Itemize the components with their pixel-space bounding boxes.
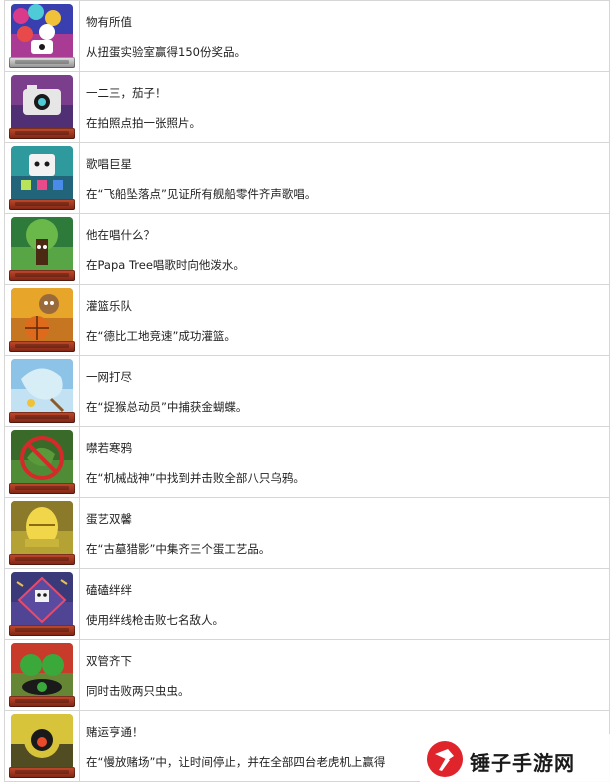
- achievement-title: 磕磕绊绊: [86, 583, 132, 597]
- achievement-icon-cell: [5, 498, 80, 568]
- achievement-icon-cell: [5, 72, 80, 142]
- achievement-title: 物有所值: [86, 15, 132, 29]
- capsule-prizes-icon: [11, 4, 73, 60]
- achievement-description: 在“飞船坠落点”见证所有舰船零件齐声歌唱。: [86, 187, 317, 201]
- achievement-title: 歌唱巨星: [86, 157, 132, 171]
- badge-plinth: [9, 341, 75, 352]
- achievement-title: 双管齐下: [86, 654, 132, 668]
- achievement-icon-cell: [5, 356, 80, 426]
- badge-plinth: [9, 696, 75, 707]
- achievement-text-cell: 歌唱巨星在“飞船坠落点”见证所有舰船零件齐声歌唱。: [80, 143, 609, 213]
- achievement-badge: [9, 714, 75, 778]
- achievement-row: 灌篮乐队在“德比工地竞速”成功灌篮。: [5, 285, 609, 356]
- achievement-description: 在拍照点拍一张照片。: [86, 116, 201, 130]
- achievement-title: 噤若寒鸦: [86, 441, 132, 455]
- achievement-description: 在“捉猴总动员”中捕获金蝴蝶。: [86, 400, 248, 414]
- achievement-text-cell: 一网打尽在“捉猴总动员”中捕获金蝴蝶。: [80, 356, 609, 426]
- achievement-badge: [9, 430, 75, 494]
- achievement-icon-cell: [5, 427, 80, 497]
- achievement-icon-cell: [5, 640, 80, 710]
- hammer-logo-icon: [427, 741, 463, 777]
- achievement-badge: [9, 359, 75, 423]
- achievement-text-cell: 磕磕绊绊使用绊线枪击败七名敌人。: [80, 569, 609, 639]
- achievement-text-cell: 他在唱什么？ 在Papa Tree唱歌时向他泼水。: [80, 214, 609, 284]
- achievement-badge: [9, 501, 75, 565]
- badge-plinth: [9, 270, 75, 281]
- achievement-row: 他在唱什么？ 在Papa Tree唱歌时向他泼水。: [5, 214, 609, 285]
- achievement-badge: [9, 217, 75, 281]
- achievement-row: 磕磕绊绊使用绊线枪击败七名敌人。: [5, 569, 609, 640]
- watermark-text: 锤子手游网: [470, 751, 575, 775]
- achievement-description: 同时击败两只虫虫。: [86, 684, 190, 698]
- achievement-text-cell: 一二三，茄子！ 在拍照点拍一张照片。: [80, 72, 609, 142]
- achievement-text-cell: 噤若寒鸦在“机械战神”中找到并击败全部八只乌鸦。: [80, 427, 609, 497]
- achievement-title: 蛋艺双馨: [86, 512, 132, 526]
- badge-plinth: [9, 767, 75, 778]
- achievement-badge: [9, 288, 75, 352]
- achievement-row: 噤若寒鸦在“机械战神”中找到并击败全部八只乌鸦。: [5, 427, 609, 498]
- achievement-title: 他在唱什么？: [86, 228, 155, 242]
- achievement-text-cell: 蛋艺双馨在“古墓猎影”中集齐三个蛋工艺品。: [80, 498, 609, 568]
- basketball-monkey-icon: [11, 288, 73, 344]
- achievement-icon-cell: [5, 214, 80, 284]
- achievement-title: 一网打尽: [86, 370, 132, 384]
- achievement-text-cell: 物有所值从扭蛋实验室赢得150份奖品。: [80, 1, 609, 71]
- badge-plinth: [9, 483, 75, 494]
- butterfly-net-icon: [11, 359, 73, 415]
- achievement-description: 在“古墓猎影”中集齐三个蛋工艺品。: [86, 542, 271, 556]
- achievement-title: 一二三，茄子！: [86, 86, 167, 100]
- achievement-row: 一网打尽在“捉猴总动员”中捕获金蝴蝶。: [5, 356, 609, 427]
- achievement-icon-cell: [5, 285, 80, 355]
- achievement-icon-cell: [5, 143, 80, 213]
- achievement-row: 歌唱巨星在“飞船坠落点”见证所有舰船零件齐声歌唱。: [5, 143, 609, 214]
- badge-plinth: [9, 57, 75, 68]
- achievement-text-cell: 灌篮乐队在“德比工地竞速”成功灌篮。: [80, 285, 609, 355]
- achievement-badge: [9, 4, 75, 68]
- achievement-description: 从扭蛋实验室赢得150份奖品。: [86, 45, 246, 59]
- tripwire-robot-icon: [11, 572, 73, 628]
- achievement-description: 在“慢放赌场”中，让时间停止，并在全部四台老虎机上赢得: [86, 755, 386, 769]
- singing-robot-icon: [11, 146, 73, 202]
- achievement-icon-cell: [5, 711, 80, 781]
- camera-robot-icon: [11, 75, 73, 131]
- achievement-row: 一二三，茄子！ 在拍照点拍一张照片。: [5, 72, 609, 143]
- achievement-badge: [9, 75, 75, 139]
- badge-plinth: [9, 412, 75, 423]
- achievement-description: 在Papa Tree唱歌时向他泼水。: [86, 258, 245, 272]
- achievement-icon-cell: [5, 569, 80, 639]
- achievement-description: 在“德比工地竞速”成功灌篮。: [86, 329, 236, 343]
- badge-plinth: [9, 128, 75, 139]
- achievement-badge: [9, 643, 75, 707]
- badge-plinth: [9, 199, 75, 210]
- achievement-badge: [9, 146, 75, 210]
- achievement-title: 赌运亨通！: [86, 725, 144, 739]
- badge-plinth: [9, 625, 75, 636]
- achievement-description: 在“机械战神”中找到并击败全部八只乌鸦。: [86, 471, 305, 485]
- achievement-row: 双管齐下同时击败两只虫虫。: [5, 640, 609, 711]
- achievement-title: 灌篮乐队: [86, 299, 132, 313]
- golden-egg-icon: [11, 501, 73, 557]
- watermark: 锤子手游网: [420, 734, 610, 784]
- achievement-badge: [9, 572, 75, 636]
- twin-frogs-icon: [11, 643, 73, 699]
- badge-plinth: [9, 554, 75, 565]
- achievement-description: 使用绊线枪击败七名敌人。: [86, 613, 224, 627]
- slot-jackpot-icon: [11, 714, 73, 770]
- achievement-icon-cell: [5, 1, 80, 71]
- papa-tree-icon: [11, 217, 73, 273]
- achievement-row: 物有所值从扭蛋实验室赢得150份奖品。: [5, 0, 609, 72]
- no-crow-icon: [11, 430, 73, 486]
- achievement-text-cell: 双管齐下同时击败两只虫虫。: [80, 640, 609, 710]
- achievement-row: 蛋艺双馨在“古墓猎影”中集齐三个蛋工艺品。: [5, 498, 609, 569]
- achievement-table: 物有所值 从扭蛋实验室赢得150份奖品。 一二三，茄子！ 在拍照点拍一张照片。 歌唱巨星…: [4, 0, 610, 782]
